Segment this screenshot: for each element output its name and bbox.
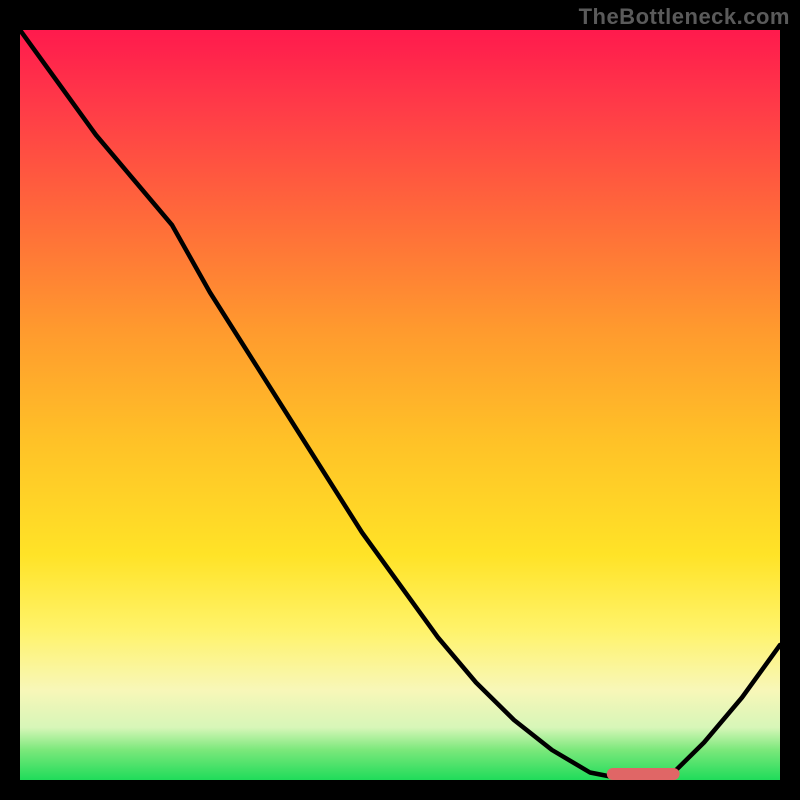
watermark-label: TheBottleneck.com (579, 4, 790, 30)
plot-area (20, 30, 780, 780)
bottleneck-curve (20, 30, 780, 780)
chart-frame: TheBottleneck.com (0, 0, 800, 800)
series-line (20, 30, 780, 780)
